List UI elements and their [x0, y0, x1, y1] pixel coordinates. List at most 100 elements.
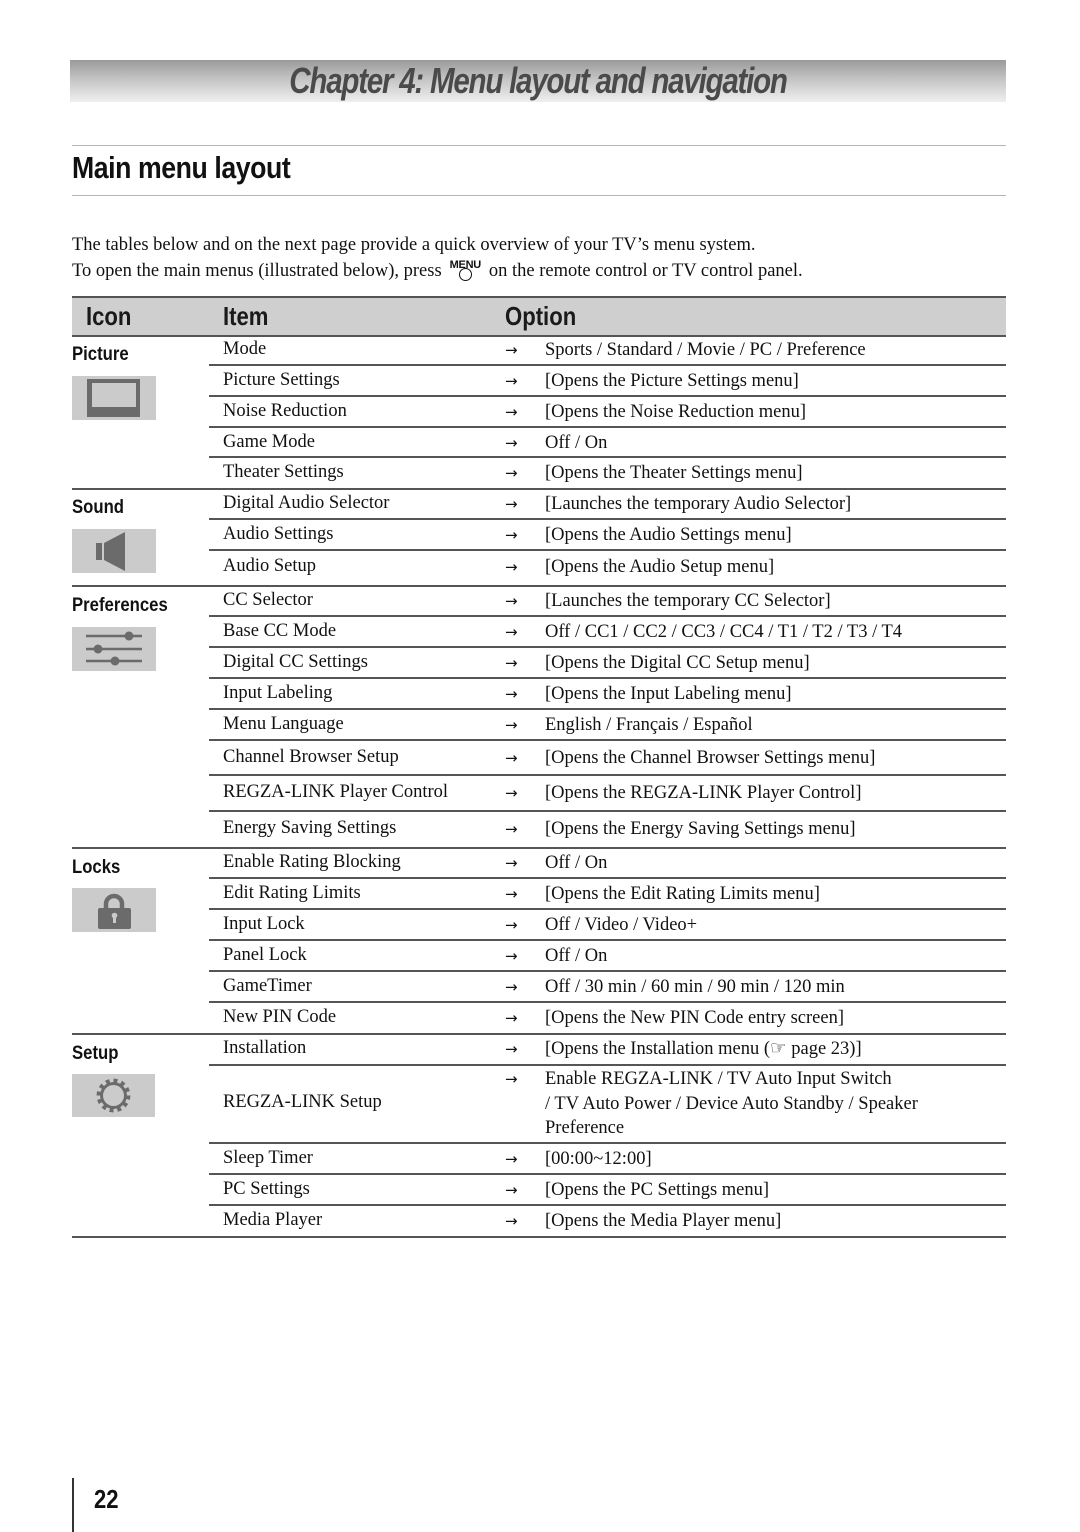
row-item: Audio Setup: [223, 556, 317, 576]
section-bottom-rule: [72, 195, 1006, 196]
table-header: Icon Item Option: [72, 296, 1006, 337]
arrow-icon: →: [505, 685, 518, 703]
row-item: Enable Rating Blocking: [223, 852, 401, 872]
arrow-icon: →: [505, 978, 518, 996]
row-option: [00:00~12:00]: [545, 1149, 652, 1169]
arrow-icon: →: [505, 749, 518, 767]
table-row: Energy Saving Settings → [Opens the Ener…: [209, 812, 1006, 847]
table-row: Panel Lock → Off / On: [209, 941, 1006, 972]
row-option: [Opens the Audio Settings menu]: [545, 525, 792, 545]
arrow-icon: →: [505, 434, 518, 452]
section-title: Main menu layout: [72, 150, 291, 185]
arrow-icon: →: [505, 558, 518, 576]
row-item: CC Selector: [223, 590, 313, 610]
arrow-icon: →: [505, 623, 518, 641]
gear-icon: [96, 1078, 131, 1113]
table-row: Enable Rating Blocking → Off / On: [209, 849, 1006, 879]
row-option: [Launches the temporary Audio Selector]: [545, 494, 852, 514]
section-label-locks: Locks: [72, 857, 121, 878]
row-option: Off / Video / Video+: [545, 915, 698, 935]
table-row: Edit Rating Limits → [Opens the Edit Rat…: [209, 879, 1006, 910]
table-row: Input Labeling → [Opens the Input Labeli…: [209, 679, 1006, 710]
row-option: [Opens the Audio Setup menu]: [545, 557, 775, 577]
row-option: [Opens the REGZA-LINK Player Control]: [545, 783, 862, 803]
row-item: Input Labeling: [223, 683, 333, 703]
sliders-icon: [86, 631, 142, 666]
header-icon: Icon: [86, 301, 132, 331]
row-option: [Opens the Channel Browser Settings menu…: [545, 748, 876, 768]
row-option: Off / On: [545, 853, 608, 873]
setup-icon-box: [72, 1074, 155, 1117]
tv-screen-icon: [87, 379, 140, 417]
table-row: REGZA-LINK Setup → Enable REGZA-LINK / T…: [209, 1066, 1006, 1144]
arrow-icon: →: [505, 341, 518, 359]
row-item: PC Settings: [223, 1179, 310, 1199]
arrow-icon: →: [505, 464, 518, 482]
table-row: Base CC Mode → Off / CC1 / CC2 / CC3 / C…: [209, 617, 1006, 648]
row-item: New PIN Code: [223, 1007, 337, 1027]
picture-icon-box: [72, 376, 156, 420]
arrow-icon: →: [505, 885, 518, 903]
row-item: Base CC Mode: [223, 621, 337, 641]
row-option: Off / 30 min / 60 min / 90 min / 120 min: [545, 977, 845, 997]
arrow-icon: →: [505, 716, 518, 734]
arrow-icon: →: [505, 1150, 518, 1168]
row-item: Game Mode: [223, 432, 315, 452]
row-item: Panel Lock: [223, 945, 307, 965]
header-item: Item: [223, 301, 269, 331]
table-row: New PIN Code → [Opens the New PIN Code e…: [209, 1003, 1006, 1033]
section-label-picture: Picture: [72, 344, 129, 365]
row-item: Picture Settings: [223, 370, 340, 390]
row-option: [Opens the Input Labeling menu]: [545, 684, 792, 704]
intro-line-2-before: To open the main menus (illustrated belo…: [72, 261, 442, 281]
row-option: [Opens the Digital CC Setup menu]: [545, 653, 810, 673]
row-option: [Opens the Theater Settings menu]: [545, 463, 803, 483]
row-option: [Launches the temporary CC Selector]: [545, 591, 831, 611]
header-option: Option: [505, 301, 577, 331]
arrow-icon: →: [505, 495, 518, 513]
row-item: Energy Saving Settings: [223, 818, 397, 838]
row-option: [Opens the Energy Saving Settings menu]: [545, 819, 856, 839]
padlock-icon: [98, 893, 131, 929]
intro-line-2-after: on the remote control or TV control pane…: [488, 261, 803, 281]
intro-line-1: The tables below and on the next page pr…: [72, 235, 756, 255]
row-option: [Opens the Noise Reduction menu]: [545, 402, 806, 422]
table-row: Menu Language → English / Français / Esp…: [209, 710, 1006, 741]
table-row: Digital Audio Selector → [Launches the t…: [209, 490, 1006, 520]
table-bottom-rule: [72, 1236, 1006, 1238]
row-item: GameTimer: [223, 976, 312, 996]
table-row: Mode → Sports / Standard / Movie / PC / …: [209, 335, 1006, 366]
row-option: [Opens the Media Player menu]: [545, 1211, 782, 1231]
sound-icon-box: [72, 529, 156, 573]
table-row: CC Selector → [Launches the temporary CC…: [209, 587, 1006, 617]
arrow-icon: →: [505, 1040, 518, 1058]
row-item: Digital CC Settings: [223, 652, 368, 672]
page-margin-bar: [72, 1478, 74, 1532]
row-option: Off / CC1 / CC2 / CC3 / CC4 / T1 / T2 / …: [545, 622, 903, 642]
row-item: Input Lock: [223, 914, 305, 934]
row-option: Enable REGZA-LINK / TV Auto Input Switch…: [545, 1069, 918, 1138]
table-row: Installation → [Opens the Installation m…: [209, 1035, 1006, 1066]
menu-button-glyph: MENU: [446, 259, 484, 282]
row-item: Digital Audio Selector: [223, 493, 390, 513]
table-row: Theater Settings → [Opens the Theater Se…: [209, 458, 1006, 488]
arrow-icon: →: [505, 403, 518, 421]
row-option: Sports / Standard / Movie / PC / Prefere…: [545, 340, 866, 360]
row-option: Off / On: [545, 433, 608, 453]
row-item: Menu Language: [223, 714, 344, 734]
arrow-icon: →: [505, 1181, 518, 1199]
arrow-icon: →: [505, 916, 518, 934]
row-item: REGZA-LINK Setup: [223, 1092, 382, 1112]
table-row: Picture Settings → [Opens the Picture Se…: [209, 366, 1006, 397]
row-item: Noise Reduction: [223, 401, 347, 421]
page-number: 22: [94, 1484, 119, 1514]
table-row: Sleep Timer → [00:00~12:00]: [209, 1144, 1006, 1175]
row-option: [Opens the Installation menu (☞ page 23)…: [545, 1039, 862, 1059]
row-item: Media Player: [223, 1210, 323, 1230]
table-row: GameTimer → Off / 30 min / 60 min / 90 m…: [209, 972, 1006, 1003]
preferences-icon-box: [72, 627, 156, 671]
row-option: Off / On: [545, 946, 608, 966]
row-item: Theater Settings: [223, 462, 344, 482]
section-label-sound: Sound: [72, 497, 125, 518]
table-row: Audio Setup → [Opens the Audio Setup men…: [209, 551, 1006, 585]
